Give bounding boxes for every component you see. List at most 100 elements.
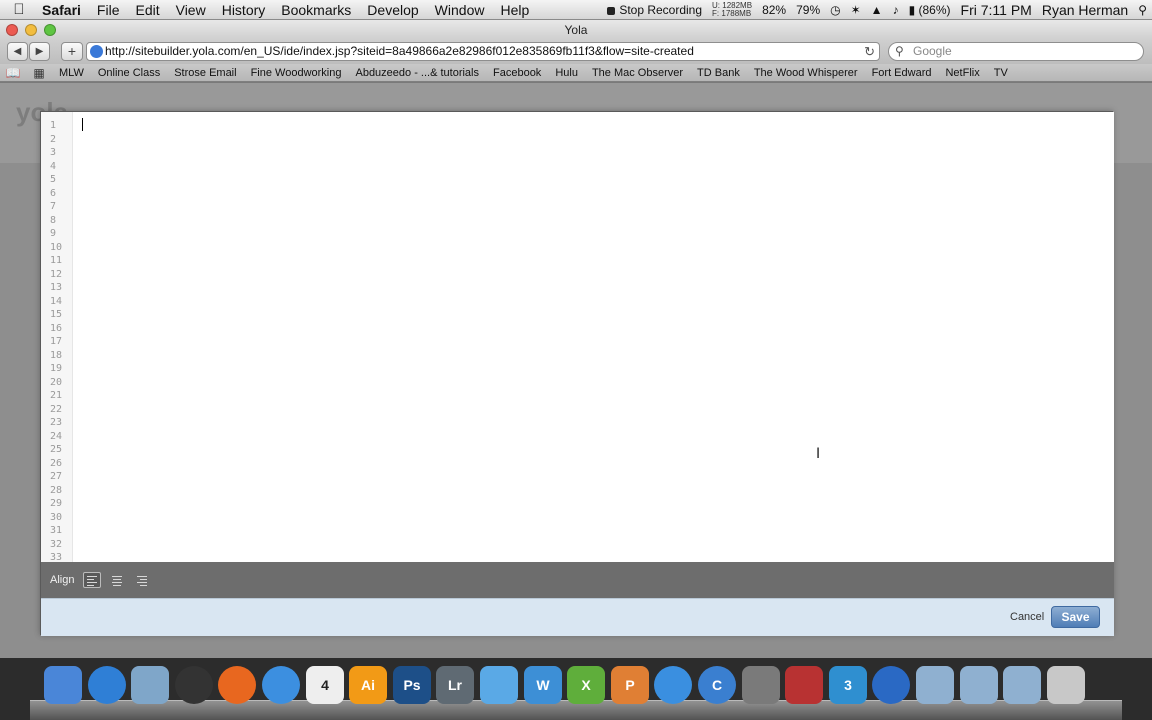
close-window-icon[interactable] <box>6 24 18 36</box>
reload-icon[interactable]: ↻ <box>864 43 875 60</box>
window-title: Yola <box>564 23 588 37</box>
menu-bookmarks[interactable]: Bookmarks <box>273 2 359 18</box>
dock-firefox-icon[interactable] <box>218 666 256 704</box>
address-bar[interactable]: http://sitebuilder.yola.com/en_US/ide/in… <box>86 42 880 61</box>
code-editor[interactable]: 1 2 3 4 5 6 7 8 9 10 11 12 13 14 15 16 17 18 19 20 21 22 23 24 2… <box>41 112 1114 562</box>
dock-icon-label: C <box>711 677 723 693</box>
menu-help[interactable]: Help <box>492 2 537 18</box>
bookmark-facebook[interactable]: Facebook <box>486 67 548 79</box>
dock-dreamweaver-3-icon[interactable]: 3 <box>829 666 867 704</box>
spotlight-icon[interactable]: ⚲ <box>1133 3 1152 17</box>
record-stop-icon <box>607 6 616 15</box>
dock-quicktime-icon[interactable] <box>872 666 910 704</box>
reading-list-icon[interactable]: 📖 <box>0 66 26 80</box>
menu-safari[interactable]: Safari <box>38 2 89 18</box>
menu-view[interactable]: View <box>168 2 214 18</box>
dock-ical-icon[interactable]: 4 <box>306 666 344 704</box>
line-number: 27 <box>50 471 63 482</box>
bookmark-mac-observer[interactable]: The Mac Observer <box>585 67 690 79</box>
line-number: 32 <box>50 538 63 550</box>
align-right-button[interactable] <box>133 572 151 588</box>
dock-icon-label: 4 <box>321 677 329 693</box>
dock-photoshop-icon[interactable]: Ps <box>393 666 431 704</box>
dock-system-preferences-icon[interactable] <box>742 666 780 704</box>
bookmark-abduzeedo[interactable]: Abduzeedo - ...& tutorials <box>348 67 486 79</box>
dock-filezilla-icon[interactable] <box>785 666 823 704</box>
line-number: 4 <box>50 160 57 172</box>
menu-develop[interactable]: Develop <box>359 2 426 18</box>
forward-button[interactable]: ▶ <box>29 42 50 61</box>
line-number-list: 1 2 3 4 5 6 7 8 9 10 11 12 13 14 15 16 17 18 19 20 21 22 23 24 2… <box>41 112 72 562</box>
wifi-icon[interactable]: ▲ <box>866 3 888 17</box>
menu-history[interactable]: History <box>214 2 274 18</box>
bookmark-wood-whisperer[interactable]: The Wood Whisperer <box>747 67 865 79</box>
apple-menu-icon[interactable]:  <box>0 1 38 18</box>
dock-coda-icon[interactable]: C <box>698 666 736 704</box>
top-sites-icon[interactable]: ▦ <box>26 66 52 80</box>
bluetooth-icon[interactable]: ✶ <box>846 3 866 17</box>
align-label: Align <box>50 574 75 586</box>
dock-word-icon[interactable]: W <box>524 666 562 704</box>
bookmark-mlw[interactable]: MLW <box>52 67 91 79</box>
back-button[interactable]: ◀ <box>7 42 28 61</box>
bookmark-online-class[interactable]: Online Class <box>91 67 167 79</box>
bookmark-hulu[interactable]: Hulu <box>548 67 585 79</box>
search-field[interactable]: ⚲ Google <box>888 42 1144 61</box>
menu-window[interactable]: Window <box>427 2 493 18</box>
dock-illustrator-icon[interactable]: Ai <box>349 666 387 704</box>
dock-dashboard-icon[interactable] <box>175 666 213 704</box>
line-number: 28 <box>50 484 63 496</box>
cpu-meter[interactable]: 82% <box>757 3 791 17</box>
bookmark-tv[interactable]: TV <box>987 67 1015 79</box>
line-number: 5 <box>50 174 57 185</box>
bookmark-netflix[interactable]: NetFlix <box>938 67 986 79</box>
dock-excel-icon[interactable]: X <box>567 666 605 704</box>
zoom-window-icon[interactable] <box>44 24 56 36</box>
line-number: 20 <box>50 376 63 388</box>
dock-finder-icon[interactable] <box>44 666 82 704</box>
align-center-icon <box>112 576 123 577</box>
dock-powerpoint-icon[interactable]: P <box>611 666 649 704</box>
dock-safari-icon[interactable] <box>262 666 300 704</box>
dock-preview-icon[interactable] <box>131 666 169 704</box>
dock-lightroom-icon[interactable]: Lr <box>436 666 474 704</box>
dock-icon-label: Ps <box>403 677 421 693</box>
line-number: 21 <box>50 390 63 401</box>
volume-icon[interactable]: ♪ <box>888 3 904 17</box>
minimize-window-icon[interactable] <box>25 24 37 36</box>
dock-downloads-folder-icon[interactable] <box>1003 666 1041 704</box>
bookmark-td-bank[interactable]: TD Bank <box>690 67 747 79</box>
align-right-icon-line <box>140 579 148 580</box>
bookmark-fine-woodworking[interactable]: Fine Woodworking <box>244 67 349 79</box>
text-caret <box>82 118 83 131</box>
ibeam-cursor-icon: I <box>816 446 821 462</box>
menu-file[interactable]: File <box>89 2 128 18</box>
user-menu[interactable]: Ryan Herman <box>1037 2 1133 18</box>
align-left-icon-line <box>87 582 98 583</box>
menu-clock[interactable]: Fri 7:11 PM <box>956 2 1037 18</box>
battery-status[interactable]: ▮ (86%) <box>904 3 956 17</box>
time-machine-icon[interactable]: ◷ <box>825 3 845 17</box>
add-bookmark-button[interactable]: + <box>61 42 83 61</box>
cancel-button[interactable]: Cancel <box>1010 611 1044 623</box>
menu-edit[interactable]: Edit <box>127 2 167 18</box>
line-number: 7 <box>50 201 57 212</box>
dock-applications-folder-icon[interactable] <box>916 666 954 704</box>
stop-recording-button[interactable]: Stop Recording <box>602 3 707 17</box>
dock-icon-label: X <box>581 677 591 693</box>
align-right-icon-line <box>140 585 148 586</box>
line-number: 12 <box>50 268 63 280</box>
dock-trash-icon[interactable] <box>1047 666 1085 704</box>
address-url: http://sitebuilder.yola.com/en_US/ide/in… <box>105 44 694 58</box>
align-center-button[interactable] <box>108 572 126 588</box>
dock-app-store-icon[interactable] <box>88 666 126 704</box>
memory-meter[interactable]: U: 1282MB F: 1788MB <box>707 2 757 18</box>
dock-itunes-icon[interactable] <box>654 666 692 704</box>
disk-meter[interactable]: 79% <box>791 3 825 17</box>
align-left-button[interactable] <box>83 572 102 588</box>
bookmark-strose-email[interactable]: Strose Email <box>167 67 243 79</box>
dock-textmate-icon[interactable] <box>480 666 518 704</box>
bookmark-fort-edward[interactable]: Fort Edward <box>865 67 939 79</box>
dock-documents-folder-icon[interactable] <box>960 666 998 704</box>
save-button[interactable]: Save <box>1051 606 1100 628</box>
